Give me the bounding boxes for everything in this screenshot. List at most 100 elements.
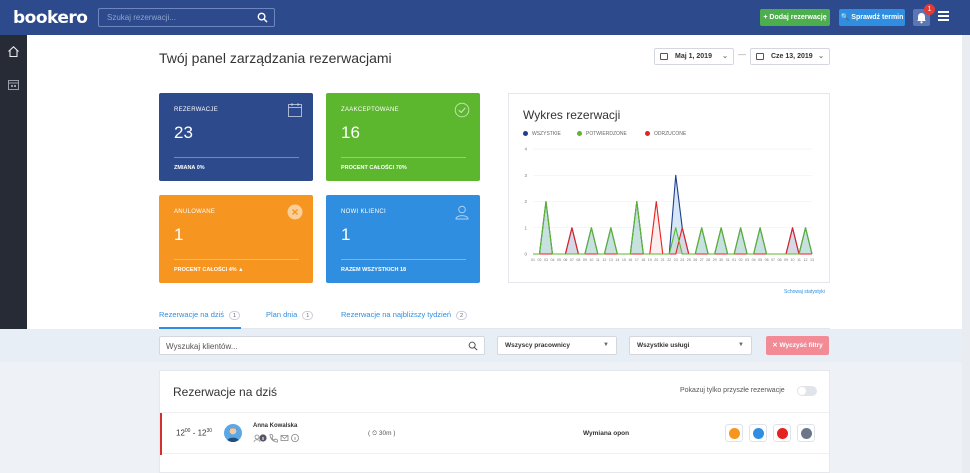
booking-service: Wymiana opon — [583, 430, 630, 437]
status-indicator — [160, 413, 162, 455]
date-separator: — — [738, 50, 746, 59]
x-tick-label: 01 — [732, 258, 736, 262]
stat-footer: RAZEM WSZYSTKICH 18 — [341, 267, 407, 273]
search-icon[interactable] — [257, 12, 268, 23]
legend-label: ODRZUCONE — [654, 131, 687, 137]
x-tick-label: 13 — [609, 258, 613, 262]
legend-label: POTWIERDZONE — [586, 131, 627, 137]
top-bar: bookero Szukaj rezerwacji... + Dodaj rez… — [0, 0, 970, 35]
x-tick-label: 16 — [628, 258, 632, 262]
cancel-circle-icon — [287, 204, 303, 220]
user-icon — [455, 205, 469, 220]
x-tick-label: 07 — [570, 258, 574, 262]
calendar-icon[interactable] — [7, 78, 20, 91]
message-icon — [753, 428, 764, 439]
stat-value: 16 — [341, 123, 360, 142]
bookings-chart-panel: Wykres rezerwacji WSZYSTKIE POTWIERDZONE… — [508, 93, 830, 283]
tab-label: Rezerwacje na najbliższy tydzień — [341, 310, 452, 319]
stat-card-accepted[interactable]: ZAAKCEPTOWANE 16 PROCENT CAŁOŚCI 70% — [326, 93, 480, 181]
stat-value: 1 — [174, 225, 184, 244]
x-tick-label: 31 — [726, 258, 730, 262]
x-tick-label: 18 — [641, 258, 645, 262]
check-date-button[interactable]: 🔍 Sprawdź termin — [839, 9, 905, 26]
info-icon — [801, 428, 812, 439]
tab-today[interactable]: Rezerwacje na dziś 1 — [159, 310, 241, 320]
global-search-input[interactable]: Szukaj rezerwacji... — [98, 8, 275, 27]
stat-footer: PROCENT CAŁOŚCI 70% — [341, 165, 407, 171]
x-tick-label: 23 — [674, 258, 678, 262]
x-tick-label: 13 — [810, 258, 814, 262]
x-tick-label: 08 — [778, 258, 782, 262]
hamburger-menu-icon[interactable] — [938, 11, 949, 21]
booking-details-button[interactable] — [797, 424, 815, 442]
bookings-today-panel: Rezerwacje na dziś Pokazuj tylko przyszł… — [159, 370, 830, 473]
close-icon — [777, 428, 788, 439]
y-tick-label: 0 — [524, 252, 527, 257]
legend-item-confirmed[interactable]: POTWIERDZONE — [577, 131, 627, 137]
stat-value: 23 — [174, 123, 193, 142]
notify-button[interactable] — [725, 424, 743, 442]
workers-select[interactable]: Wszyscy pracownicy ▼ — [497, 336, 617, 355]
home-icon[interactable] — [7, 45, 20, 58]
x-tick-label: 04 — [752, 258, 756, 262]
check-circle-icon — [454, 102, 470, 118]
x-tick-label: 09 — [583, 258, 587, 262]
panel-title: Rezerwacje na dziś — [173, 385, 278, 399]
scrollbar-track[interactable] — [962, 35, 970, 473]
x-tick-label: 27 — [700, 258, 704, 262]
legend-label: WSZYSTKIE — [532, 131, 561, 137]
search-icon[interactable] — [468, 341, 478, 351]
x-tick-label: 21 — [661, 258, 665, 262]
client-name[interactable]: Anna Kowalska — [253, 423, 297, 429]
tab-count-badge: 1 — [302, 311, 314, 320]
services-select[interactable]: Wszystkie usługi ▼ — [629, 336, 752, 355]
date-to-value: Cze 13, 2019 — [771, 53, 813, 60]
x-tick-label: 10 — [589, 258, 593, 262]
calendar-icon — [660, 53, 668, 60]
x-tick-label: 19 — [648, 258, 652, 262]
client-contact-icons — [253, 434, 300, 443]
calendar-icon — [756, 53, 764, 60]
tab-label: Plan dnia — [266, 310, 298, 319]
x-tick-label: 10 — [791, 258, 795, 262]
booking-time: 1200 - 1230 — [176, 428, 213, 438]
app-logo[interactable]: bookero — [13, 8, 88, 28]
add-booking-button[interactable]: + Dodaj rezerwację — [760, 9, 830, 26]
notifications-badge: 1 — [924, 4, 935, 15]
booking-row[interactable]: 1200 - 1230 Anna Kowalska ( ⏲ 30m ) Wymi… — [160, 412, 829, 455]
user-icon — [253, 434, 261, 443]
tab-next-week[interactable]: Rezerwacje na najbliższy tydzień 2 — [341, 310, 468, 320]
client-search-input[interactable]: Wyszukaj klientów... — [159, 336, 485, 355]
date-from-value: Maj 1, 2019 — [675, 53, 712, 60]
hide-stats-link[interactable]: Schowaj statystyki — [784, 289, 825, 295]
future-only-toggle[interactable] — [797, 386, 817, 396]
page-title: Twój panel zarządzania rezerwacjami — [159, 50, 392, 66]
stat-card-cancelled[interactable]: ANULOWANE 1 PROCENT CAŁOŚCI 4% ▲ — [159, 195, 313, 283]
x-tick-label: 17 — [635, 258, 639, 262]
stat-card-bookings[interactable]: REZERWACJE 23 ZMIANA 0% — [159, 93, 313, 181]
cancel-booking-button[interactable] — [773, 424, 791, 442]
date-from-picker[interactable]: Maj 1, 2019 ⌄ — [654, 48, 734, 65]
tab-day-plan[interactable]: Plan dnia 1 — [266, 310, 314, 320]
clear-filters-button[interactable]: ✕ Wyczyść filtry — [766, 336, 829, 355]
legend-item-rejected[interactable]: ODRZUCONE — [645, 131, 686, 137]
date-to-picker[interactable]: Cze 13, 2019 ⌄ — [750, 48, 830, 65]
info-icon — [291, 434, 300, 442]
stat-label: ANULOWANE — [174, 209, 216, 215]
bookings-chart: 0123401 02 03 04 05 06 07 08 09 10 11 12 13 14 15 16 17 1… — [524, 147, 814, 263]
x-tick-label: 09 — [784, 258, 788, 262]
legend-item-all[interactable]: WSZYSTKIE — [523, 131, 561, 137]
stat-card-new-clients[interactable]: NOWI KLIENCI 1 RAZEM WSZYSTKICH 18 — [326, 195, 480, 283]
x-tick-label: 22 — [667, 258, 671, 262]
x-tick-label: 07 — [771, 258, 775, 262]
x-tick-label: 25 — [687, 258, 691, 262]
chart-title: Wykres rezerwacji — [523, 108, 621, 122]
x-tick-label: 06 — [563, 258, 567, 262]
x-tick-label: 02 — [537, 258, 541, 262]
message-button[interactable] — [749, 424, 767, 442]
x-tick-label: 30 — [719, 258, 723, 262]
y-tick-label: 3 — [524, 173, 527, 178]
notifications-button[interactable]: 1 — [913, 4, 935, 26]
tab-count-badge: 1 — [229, 311, 241, 320]
x-tick-label: 03 — [745, 258, 749, 262]
